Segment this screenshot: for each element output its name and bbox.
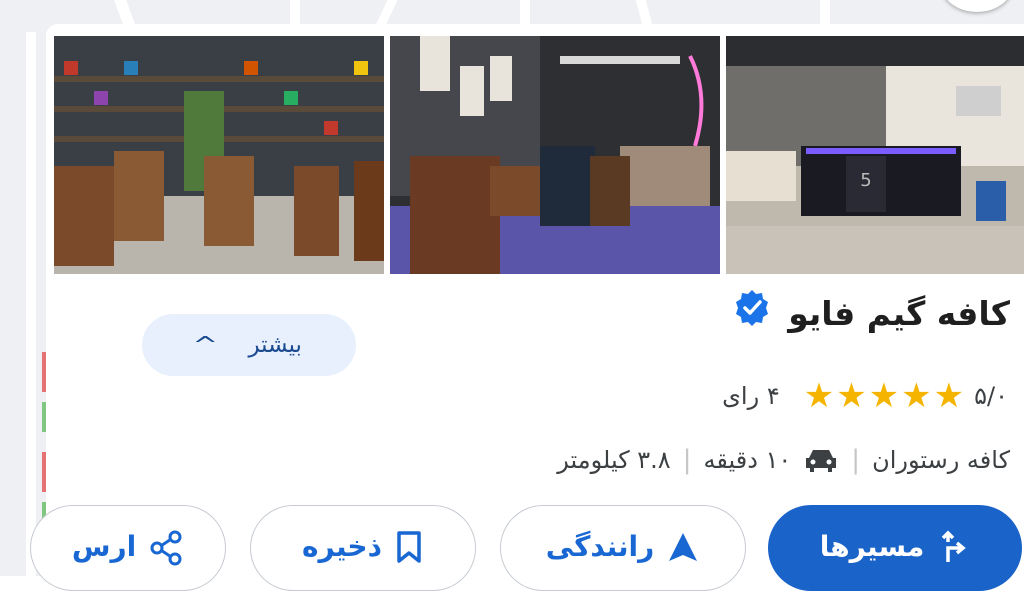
- map-floating-button[interactable]: [940, 0, 1014, 12]
- rating-row[interactable]: ۵/۰ ★ ★ ★ ★ ★ ۴ رای: [722, 376, 1008, 416]
- drive-time: ۱۰ دقیقه: [703, 446, 792, 474]
- share-icon: [148, 530, 184, 573]
- more-button-label: بیشتر: [248, 332, 302, 358]
- place-name: کافه گیم فایو: [788, 294, 1010, 333]
- separator: |: [682, 445, 692, 475]
- directions-icon: [936, 530, 970, 571]
- star-icon: ★: [901, 376, 932, 416]
- svg-text:5: 5: [860, 170, 871, 191]
- drive-label: رانندگی: [545, 530, 655, 563]
- share-button[interactable]: ارس: [30, 505, 226, 591]
- separator: |: [851, 445, 861, 475]
- distance: ۳.۸ کیلومتر: [557, 446, 671, 474]
- photo-carousel[interactable]: 5: [54, 36, 1024, 274]
- more-button[interactable]: ^ بیشتر: [142, 314, 356, 376]
- share-label: ارس: [71, 530, 137, 563]
- place-photo-2[interactable]: [390, 36, 720, 274]
- action-chips: مسیرها رانندگی ذخیره ارس: [0, 505, 1024, 591]
- rating-value: ۵/۰: [974, 382, 1008, 410]
- reviews-count[interactable]: ۴ رای: [722, 382, 780, 410]
- chevron-up-icon: ^: [192, 332, 219, 358]
- directions-label: مسیرها: [819, 530, 925, 563]
- map-edge: [0, 32, 46, 576]
- bookmark-icon: [394, 530, 424, 571]
- star-icon: ★: [868, 376, 900, 416]
- save-button[interactable]: ذخیره: [250, 505, 476, 591]
- car-icon: [803, 446, 839, 474]
- save-label: ذخیره: [302, 530, 382, 563]
- verified-badge-icon: [736, 290, 768, 326]
- place-category: کافه رستوران: [872, 446, 1010, 474]
- navigation-arrow-icon: [666, 530, 700, 571]
- directions-button[interactable]: مسیرها: [768, 505, 1022, 591]
- place-photo-3[interactable]: 5: [726, 36, 1024, 274]
- rating-stars: ★ ★ ★ ★ ★: [804, 379, 964, 413]
- place-photo-1[interactable]: [54, 36, 384, 274]
- info-row: کافه رستوران | ۱۰ دقیقه | ۳.۸ کیلومتر: [557, 440, 1010, 480]
- drive-button[interactable]: رانندگی: [500, 505, 746, 591]
- star-icon: ★: [803, 376, 835, 416]
- star-icon: ★: [933, 376, 965, 416]
- star-icon: ★: [836, 376, 867, 416]
